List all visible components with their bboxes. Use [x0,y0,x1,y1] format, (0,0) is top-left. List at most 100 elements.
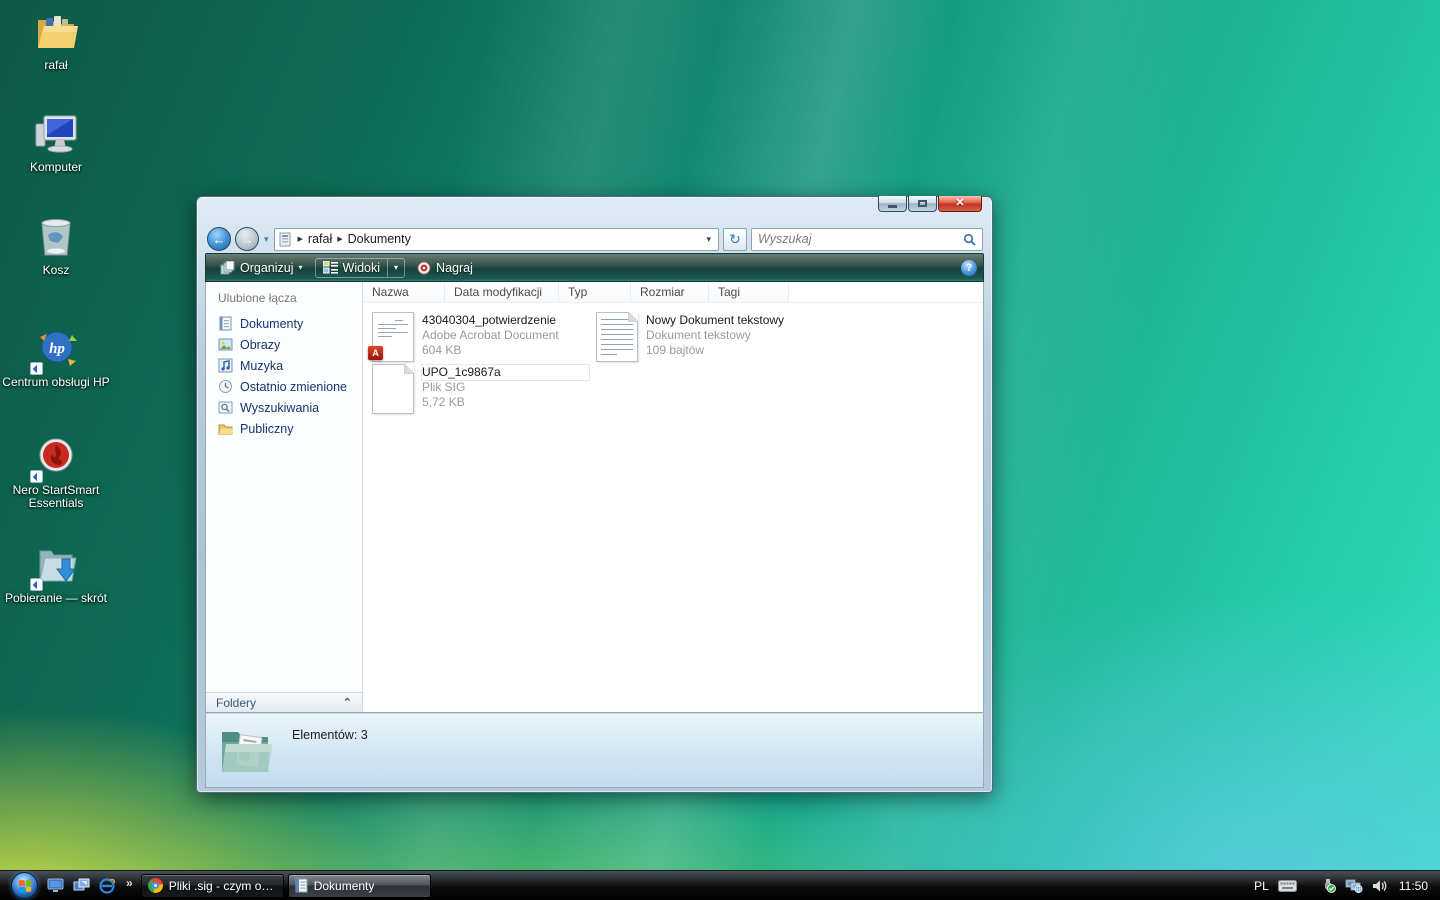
views-button[interactable]: Widoki [316,259,388,277]
favorite-links-title: Ulubione łącza [206,282,362,313]
refresh-icon: ↻ [729,231,741,247]
address-breadcrumb[interactable]: ▶ rafał ▶ Dokumenty ▾ [274,228,719,251]
sidebar-item-label: Obrazy [240,338,280,352]
burn-button[interactable]: Nagraj [409,258,481,278]
chevron-up-icon: ⌃ [343,696,352,709]
forward-arrow-icon: → [241,232,254,247]
start-button[interactable] [11,872,38,899]
column-header-data-modyfikacji[interactable]: Data modyfikacji [445,282,559,302]
desktop-icon-label: Nero StartSmart Essentials [2,484,110,510]
shortcut-arrow-icon [30,362,43,375]
chrome-icon [148,878,163,893]
taskbar: » Pliki .sig - czym otw... Dokumenty PL [0,870,1440,900]
file-type: Plik SIG [422,380,589,395]
sidebar-item-muzyka[interactable]: Muzyka [206,355,362,376]
help-button[interactable]: ? [961,260,977,276]
search-box[interactable] [751,228,983,251]
show-desktop-icon[interactable] [47,878,64,893]
back-arrow-icon: ← [213,232,226,247]
documents-folder-icon [216,722,274,780]
switch-windows-icon[interactable] [73,878,90,893]
shortcut-arrow-icon [30,470,43,483]
breadcrumb-separator-icon: ▶ [296,235,305,243]
column-header-rozmiar[interactable]: Rozmiar [631,282,709,302]
volume-icon[interactable] [1372,879,1387,893]
sidebar-item-dokumenty[interactable]: Dokumenty [206,313,362,334]
desktop-icon-label: Pobieranie — skrót [2,592,110,605]
taskbar-clock[interactable]: 11:50 [1399,879,1428,893]
keyboard-icon[interactable] [1278,880,1297,892]
views-split-button: Widoki ▾ [315,258,406,278]
desktop-icon-hp-support[interactable]: hp Centrum obsługi HP [2,325,110,389]
file-item-text[interactable]: Nowy Dokument tekstowy Dokument tekstowy… [596,312,814,362]
column-headers: Nazwa Data modyfikacji Typ Rozmiar Tagi [363,282,983,303]
taskbar-button-label: Dokumenty [314,879,375,893]
command-toolbar: Organizuj ▾ Widoki ▾ Nagraj [205,253,984,282]
file-name-edit-box[interactable]: UPO_1c9867a [422,365,589,380]
recent-items-icon [218,379,233,394]
explorer-content: Ulubione łącza Dokumenty Obrazy [205,282,984,713]
burn-label: Nagraj [436,261,473,275]
safely-remove-hardware-icon[interactable] [1320,878,1336,893]
items-count: Elementów: 3 [292,722,368,742]
column-header-tagi[interactable]: Tagi [709,282,789,302]
adobe-pdf-badge-icon: A [368,346,383,360]
address-dropdown-icon[interactable]: ▾ [703,234,714,245]
forward-button[interactable]: → [235,227,259,251]
windows-flag-icon [19,880,32,893]
breadcrumb-folder[interactable]: Dokumenty [348,232,411,246]
minimize-button[interactable] [878,196,907,212]
address-bar-row: ← → ▾ ▶ rafał ▶ Dokumenty ▾ ↻ [205,225,984,253]
sidebar-item-label: Publiczny [240,422,294,436]
sidebar-item-ostatnio-zmienione[interactable]: Ostatnio zmienione [206,376,362,397]
desktop-icon-downloads-shortcut[interactable]: Pobieranie — skrót [2,541,110,605]
folders-expander[interactable]: Foldery ⌃ [206,692,362,712]
nero-icon [32,433,80,481]
file-list-area[interactable]: Nazwa Data modyfikacji Typ Rozmiar Tagi … [363,282,983,712]
maximize-icon [918,200,927,207]
desktop-icon-recycle-bin[interactable]: Kosz [2,213,110,277]
internet-explorer-icon[interactable] [99,878,115,894]
pdf-file-icon: A [372,312,414,362]
shortcut-arrow-icon [30,578,43,591]
document-icon [218,316,233,331]
file-item-pdf[interactable]: A 43040304_potwierdzenie Adobe Acrobat D… [372,312,590,362]
views-dropdown-button[interactable]: ▾ [387,259,404,277]
taskbar-button-dokumenty[interactable]: Dokumenty [288,874,431,898]
file-item-sig[interactable]: UPO_1c9867a Plik SIG 5,72 KB [372,364,590,414]
taskbar-button-chrome[interactable]: Pliki .sig - czym otw... [141,874,284,898]
breadcrumb-user[interactable]: rafał [308,232,332,246]
explorer-document-icon [295,878,308,893]
organize-button[interactable]: Organizuj ▾ [212,258,311,278]
sidebar-item-obrazy[interactable]: Obrazy [206,334,362,355]
recent-pages-chevron-icon[interactable]: ▾ [264,234,269,245]
column-header-nazwa[interactable]: Nazwa [363,282,445,302]
navigation-pane: Ulubione łącza Dokumenty Obrazy [206,282,363,712]
generic-file-icon [372,364,414,414]
file-type: Dokument tekstowy [646,328,784,343]
views-label: Widoki [343,261,381,275]
network-icon[interactable] [1345,878,1363,893]
file-name[interactable]: Nowy Dokument tekstowy [646,313,784,328]
desktop-icon-label: Centrum obsługi HP [2,376,110,389]
desktop-icon-user-folder[interactable]: rafał [2,8,110,72]
file-type: Adobe Acrobat Document [422,328,559,343]
sidebar-item-wyszukiwania[interactable]: Wyszukiwania [206,397,362,418]
minimize-icon [888,205,897,208]
refresh-button[interactable]: ↻ [723,228,747,251]
language-indicator[interactable]: PL [1254,879,1269,893]
taskbar-button-label: Pliki .sig - czym otw... [169,879,277,893]
window-titlebar[interactable]: ✕ [205,197,984,225]
close-button[interactable]: ✕ [938,196,982,212]
search-input[interactable] [758,232,963,246]
column-header-typ[interactable]: Typ [559,282,631,302]
sidebar-item-publiczny[interactable]: Publiczny [206,418,362,439]
desktop-icon-computer[interactable]: Komputer [2,110,110,174]
search-icon[interactable] [963,233,976,246]
maximize-button[interactable] [908,196,937,212]
desktop-icon-nero[interactable]: Nero StartSmart Essentials [2,433,110,510]
quick-launch-overflow-chevron[interactable]: » [126,876,133,890]
public-folder-icon [218,421,233,436]
file-name[interactable]: 43040304_potwierdzenie [422,313,559,328]
back-button[interactable]: ← [207,227,231,251]
